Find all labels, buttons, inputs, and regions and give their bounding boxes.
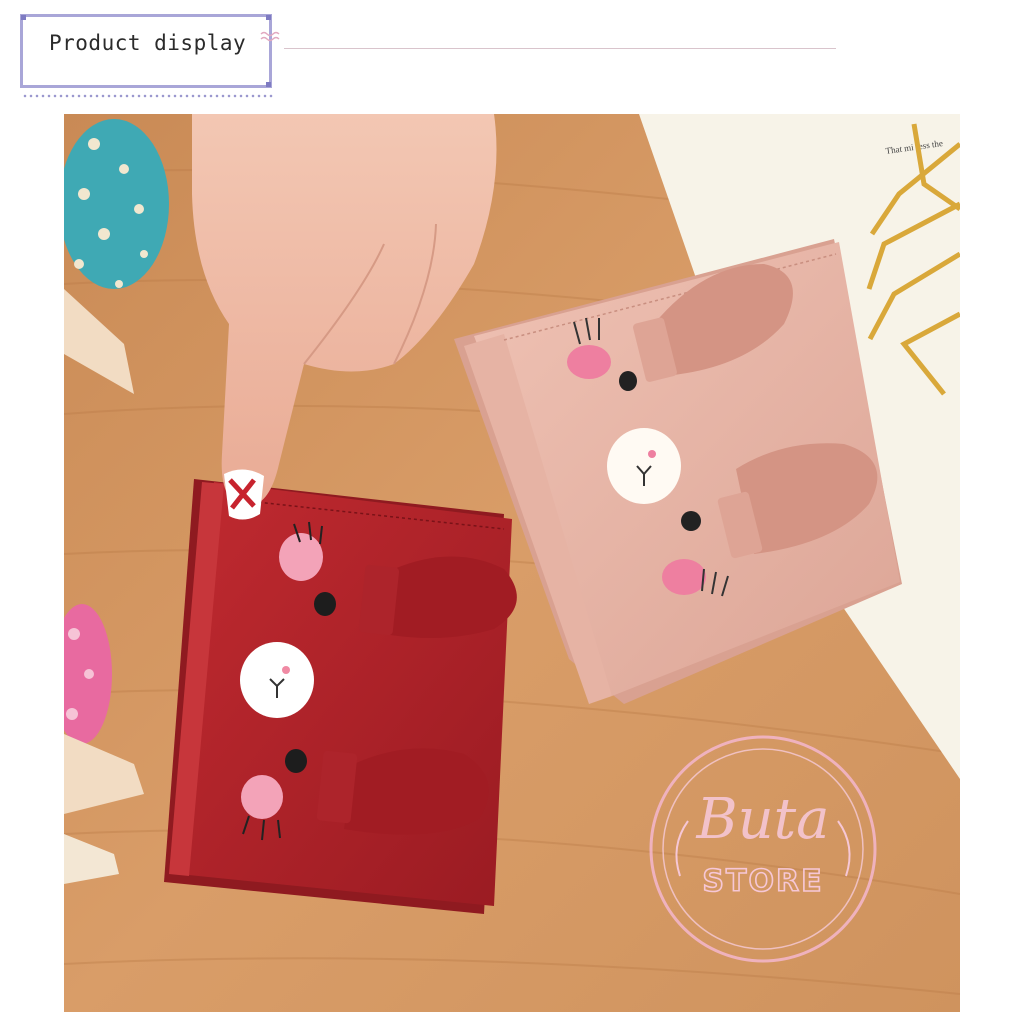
corner-dot <box>21 15 26 20</box>
dotted-underline <box>22 94 274 98</box>
section-title: Product display <box>49 31 247 55</box>
product-photo: That mi ress the Buta STORE <box>64 114 960 1012</box>
watermark-script: Buta <box>695 787 829 852</box>
corner-dot <box>266 15 271 20</box>
store-watermark: Buta STORE <box>649 735 877 963</box>
watermark-word: STORE <box>702 864 823 899</box>
corner-dot <box>266 82 271 87</box>
red-wallet <box>164 479 517 914</box>
section-title-box: Product display <box>20 14 272 88</box>
header-divider <box>284 48 836 49</box>
wave-ornament-icon <box>260 31 280 42</box>
